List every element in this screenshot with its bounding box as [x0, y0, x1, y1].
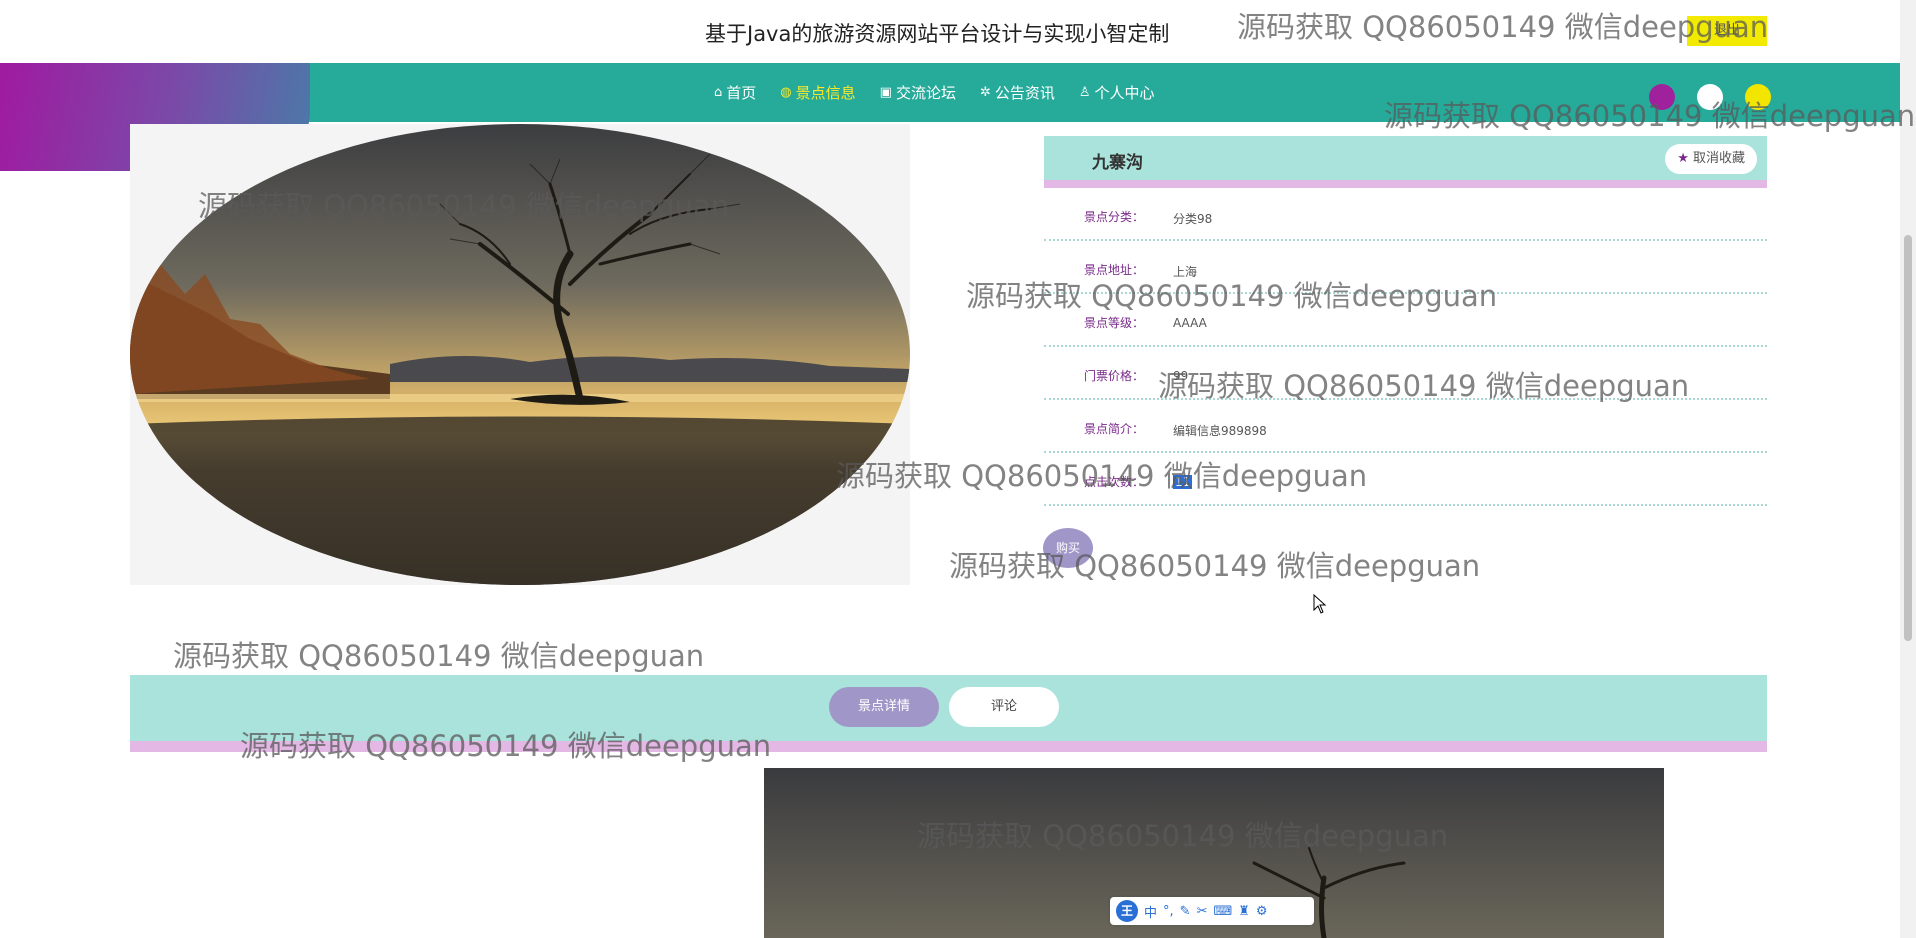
field-value: 编辑信息989898	[1173, 424, 1267, 438]
globe-icon: ◍	[780, 85, 792, 100]
site-title: 基于Java的旅游资源网站平台设计与实现小智定制	[705, 22, 1170, 46]
nav-item-label: 公告资讯	[994, 84, 1055, 102]
nav-item-label: 个人中心	[1094, 84, 1155, 102]
field-row-intro: 景点简介： 编辑信息989898	[1044, 400, 1767, 453]
watermark: 源码获取 QQ86050149 微信deepguan	[1237, 10, 1769, 44]
watermark: 源码获取 QQ86050149 微信deepguan	[836, 459, 1368, 493]
watermark: 源码获取 QQ86050149 微信deepguan	[1384, 99, 1916, 133]
field-label: 景点等级：	[1084, 316, 1145, 330]
scissors-icon[interactable]: ✂	[1197, 904, 1208, 919]
user-icon: ♙	[1078, 85, 1091, 100]
field-value: 分类98	[1173, 212, 1213, 226]
nav-menu: ⌂ 首页 ◍ 景点信息 ▣ 交流论坛 ✲ 公告资讯 ♙ 个人中心	[714, 63, 1155, 122]
watermark: 源码获取 QQ86050149 微信deepguan	[198, 189, 730, 223]
scrollbar-thumb[interactable]	[1904, 235, 1912, 641]
mouse-cursor-icon	[1313, 594, 1327, 614]
spot-name: 九寨沟	[1092, 153, 1143, 173]
nav-item-label: 首页	[726, 84, 757, 102]
ime-toolbar: 王 中 °, ✎ ✂ ⌨ ♜ ⚙	[1110, 897, 1314, 925]
watermark: 源码获取 QQ86050149 微信deepguan	[173, 639, 705, 673]
gift-icon: ▣	[879, 85, 892, 100]
watermark: 源码获取 QQ86050149 微信deepguan	[949, 549, 1481, 583]
field-label: 景点分类：	[1084, 210, 1145, 224]
nav-item-label: 景点信息	[795, 84, 856, 102]
field-row-category: 景点分类： 分类98	[1044, 188, 1767, 241]
ime-mode-toggle[interactable]: 中	[1144, 902, 1157, 921]
pen-icon[interactable]: ✎	[1180, 904, 1191, 919]
nav-item-label: 交流论坛	[895, 84, 956, 102]
gear-icon: ✲	[979, 85, 991, 100]
watermark: 源码获取 QQ86050149 微信deepguan	[240, 729, 772, 763]
tab-spot-detail[interactable]: 景点详情	[829, 687, 939, 727]
skin-icon[interactable]: ♜	[1238, 904, 1250, 919]
watermark: 源码获取 QQ86050149 微信deepguan	[1158, 369, 1690, 403]
keyboard-icon[interactable]: ⌨	[1213, 904, 1232, 919]
watermark: 源码获取 QQ86050149 微信deepguan	[917, 819, 1449, 853]
field-value: AAAA	[1173, 316, 1207, 330]
unfavorite-button[interactable]: ★ 取消收藏	[1665, 144, 1757, 174]
ime-logo-icon[interactable]: 王	[1116, 900, 1138, 922]
spot-info-panel: 九寨沟 ★ 取消收藏 景点分类： 分类98 景点地址： 上海 景点等级： AAA…	[1044, 136, 1767, 506]
nav-item-spots[interactable]: ◍ 景点信息	[780, 82, 855, 103]
nav-item-profile[interactable]: ♙ 个人中心	[1079, 82, 1155, 103]
nav-item-home[interactable]: ⌂ 首页	[714, 82, 756, 103]
watermark: 源码获取 QQ86050149 微信deepguan	[966, 279, 1498, 313]
settings-gear-icon[interactable]: ⚙	[1256, 904, 1268, 919]
punctuation-icon[interactable]: °,	[1163, 904, 1174, 919]
nav-item-forum[interactable]: ▣ 交流论坛	[880, 82, 956, 103]
field-label: 门票价格：	[1084, 369, 1145, 383]
tab-comments[interactable]: 评论	[949, 687, 1059, 727]
home-icon: ⌂	[714, 85, 723, 100]
spot-header: 九寨沟 ★ 取消收藏	[1044, 136, 1767, 188]
nav-item-news[interactable]: ✲ 公告资讯	[980, 82, 1055, 103]
unfavorite-label: 取消收藏	[1692, 151, 1745, 166]
star-icon: ★	[1677, 151, 1689, 166]
field-label: 景点简介：	[1084, 422, 1145, 436]
